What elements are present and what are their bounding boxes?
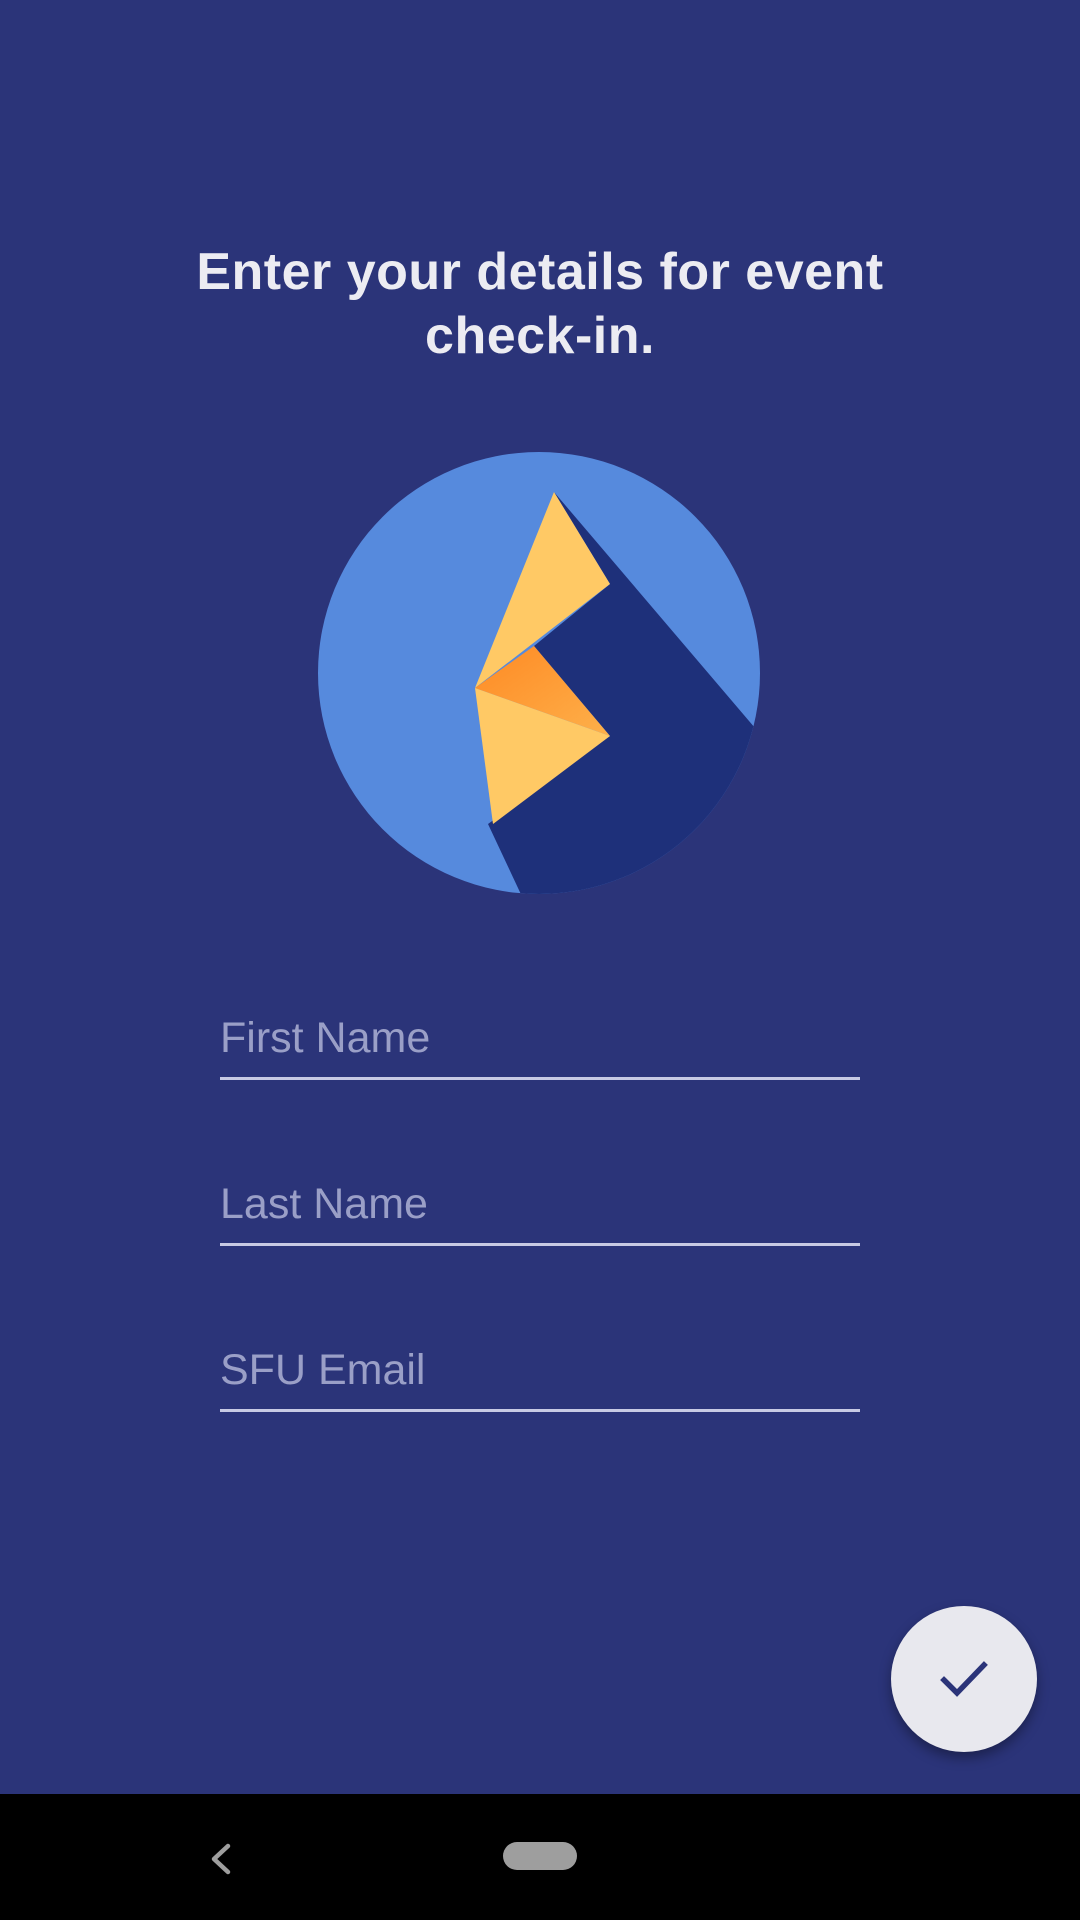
first-name-underline bbox=[220, 1077, 860, 1080]
back-button[interactable] bbox=[196, 1834, 246, 1884]
email-field[interactable] bbox=[220, 1332, 860, 1412]
check-in-screen: Enter your details for event check-in. bbox=[0, 0, 1080, 1920]
last-name-input[interactable] bbox=[220, 1166, 860, 1242]
last-name-field[interactable] bbox=[220, 1166, 860, 1246]
email-input[interactable] bbox=[220, 1332, 860, 1408]
first-name-input[interactable] bbox=[220, 1000, 860, 1076]
app-content: Enter your details for event check-in. bbox=[0, 0, 1080, 1794]
submit-check-in-button[interactable] bbox=[891, 1606, 1037, 1752]
page-title: Enter your details for event check-in. bbox=[196, 243, 884, 365]
last-name-underline bbox=[220, 1243, 860, 1246]
system-navigation-bar bbox=[0, 1794, 1080, 1920]
check-icon bbox=[940, 1661, 988, 1697]
email-underline bbox=[220, 1409, 860, 1412]
lightning-bolt-logo-icon bbox=[318, 452, 760, 894]
home-button[interactable] bbox=[503, 1842, 577, 1870]
first-name-field[interactable] bbox=[220, 1000, 860, 1080]
back-chevron-icon bbox=[211, 1843, 231, 1875]
